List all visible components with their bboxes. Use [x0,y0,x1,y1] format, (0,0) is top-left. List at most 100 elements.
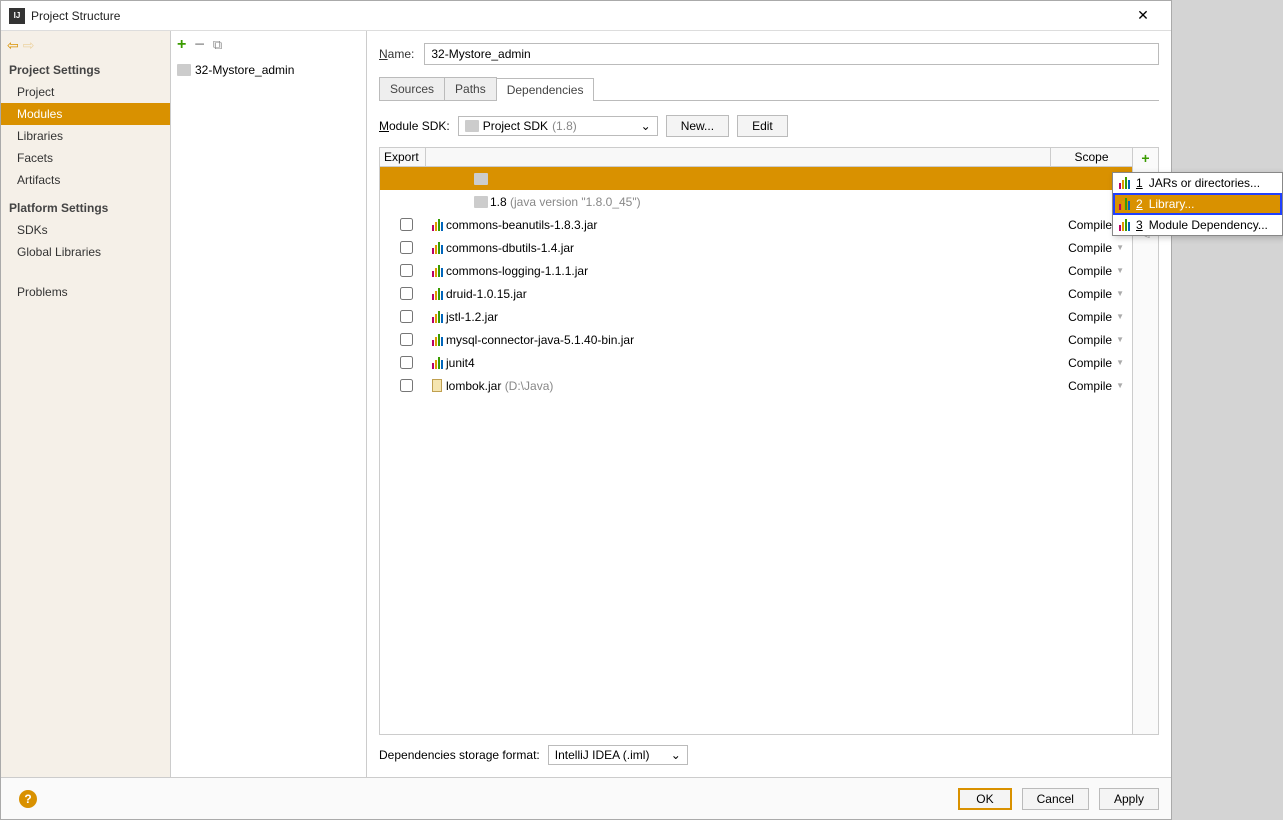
add-dependency-icon[interactable]: + [1141,150,1149,166]
popup-item[interactable]: 2 Library... [1113,193,1282,215]
dependencies-area: Export Scope 1.8 (java version "1.8.0_45… [379,147,1159,735]
dependency-row[interactable]: 1.8 (java version "1.8.0_45") [380,190,1132,213]
dialog-title: Project Structure [31,9,1123,23]
dependency-name: mysql-connector-java-5.1.40-bin.jar [446,333,1056,347]
project-structure-dialog: IJ Project Structure ✕ ⇦ ⇨ Project Setti… [0,0,1172,820]
sidebar-item-modules[interactable]: Modules [1,103,170,125]
module-list-panel: + − ⧉ 32-Mystore_admin [171,31,367,777]
section-project-settings: Project Settings [1,59,170,81]
library-icon [1119,177,1130,189]
col-scope[interactable]: Scope [1050,148,1132,166]
popup-item[interactable]: 3 Module Dependency... [1113,215,1282,235]
dependency-row[interactable]: commons-dbutils-1.4.jarCompile ▼ [380,236,1132,259]
ok-button[interactable]: OK [958,788,1011,810]
sdk-edit-button[interactable]: Edit [737,115,788,137]
sdk-new-button[interactable]: New... [666,115,729,137]
module-sdk-label: Module SDK: [379,119,450,133]
sidebar-item-facets[interactable]: Facets [1,147,170,169]
tab-paths[interactable]: Paths [444,77,497,100]
sidebar-item-global-libraries[interactable]: Global Libraries [1,241,170,263]
export-checkbox[interactable] [400,310,413,323]
library-icon [432,242,443,254]
library-icon [432,288,443,300]
dependency-row[interactable]: commons-logging-1.1.1.jarCompile ▼ [380,259,1132,282]
module-name-input[interactable] [424,43,1159,65]
remove-module-icon[interactable]: − [194,34,205,55]
dependency-name: druid-1.0.15.jar [446,287,1056,301]
module-sdk-select[interactable]: Project SDK (1.8) ⌄ [458,116,658,136]
name-label: Name: [379,47,414,61]
dependency-row[interactable] [380,167,1132,190]
tab-dependencies[interactable]: Dependencies [496,78,595,101]
add-module-icon[interactable]: + [177,36,186,54]
dependency-scope[interactable]: Compile ▼ [1056,264,1128,278]
dependency-row[interactable]: lombok.jar (D:\Java)Compile ▼ [380,374,1132,397]
dependencies-rows: 1.8 (java version "1.8.0_45") commons-bea… [380,167,1132,397]
chevron-down-icon: ▼ [1116,381,1124,390]
dependencies-header: Export Scope [380,148,1132,167]
dependency-name: commons-beanutils-1.8.3.jar [446,218,1056,232]
dialog-body: ⇦ ⇨ Project Settings Project Modules Lib… [1,31,1171,777]
popup-item-label: Library... [1149,197,1195,211]
export-checkbox[interactable] [400,333,413,346]
cancel-button[interactable]: Cancel [1022,788,1089,810]
dependency-name: commons-dbutils-1.4.jar [446,241,1056,255]
module-list-toolbar: + − ⧉ [171,31,366,59]
dependency-name: junit4 [446,356,1056,370]
dependency-row[interactable]: junit4Compile ▼ [380,351,1132,374]
copy-module-icon[interactable]: ⧉ [213,37,222,53]
dependency-name: jstl-1.2.jar [446,310,1056,324]
dependency-row[interactable]: jstl-1.2.jarCompile ▼ [380,305,1132,328]
export-checkbox[interactable] [400,264,413,277]
help-button[interactable]: ? [19,790,37,808]
apply-button[interactable]: Apply [1099,788,1159,810]
export-checkbox[interactable] [400,241,413,254]
library-icon [432,219,443,231]
export-checkbox[interactable] [400,287,413,300]
folder-icon [465,120,479,132]
jar-icon [432,379,442,392]
dependency-row[interactable]: mysql-connector-java-5.1.40-bin.jarCompi… [380,328,1132,351]
popup-item-label: Module Dependency... [1149,218,1268,232]
dependency-scope[interactable]: Compile ▼ [1056,379,1128,393]
library-icon [432,357,443,369]
sidebar-item-problems[interactable]: Problems [1,281,170,303]
dependency-name: 1.8 (java version "1.8.0_45") [490,195,1056,209]
storage-format-select[interactable]: IntelliJ IDEA (.iml) ⌄ [548,745,688,765]
sidebar-item-sdks[interactable]: SDKs [1,219,170,241]
dependency-scope[interactable]: Compile ▼ [1056,310,1128,324]
dependency-name: lombok.jar (D:\Java) [446,379,1056,393]
sidebar-item-project[interactable]: Project [1,81,170,103]
export-checkbox[interactable] [400,218,413,231]
sidebar-item-artifacts[interactable]: Artifacts [1,169,170,191]
chevron-down-icon: ▼ [1116,358,1124,367]
col-export[interactable]: Export [380,148,426,166]
chevron-down-icon: ⌄ [641,119,651,133]
export-checkbox[interactable] [400,356,413,369]
sidebar-item-libraries[interactable]: Libraries [1,125,170,147]
module-list-item[interactable]: 32-Mystore_admin [171,59,366,81]
sdk-row: Module SDK: Project SDK (1.8) ⌄ New... E… [379,115,1159,137]
library-icon [1119,198,1130,210]
col-name [426,148,1050,166]
dependency-scope[interactable]: Compile ▼ [1056,333,1128,347]
dependency-scope[interactable]: Compile ▼ [1056,287,1128,301]
chevron-down-icon: ▼ [1116,266,1124,275]
export-checkbox[interactable] [400,379,413,392]
storage-label: Dependencies storage format: [379,748,540,762]
dependency-scope[interactable]: Compile ▼ [1056,356,1128,370]
chevron-down-icon: ▼ [1116,335,1124,344]
dependency-row[interactable]: druid-1.0.15.jarCompile ▼ [380,282,1132,305]
forward-icon[interactable]: ⇨ [23,37,35,54]
library-icon [432,265,443,277]
popup-item-label: JARs or directories... [1149,176,1260,190]
close-button[interactable]: ✕ [1123,7,1163,24]
tab-sources[interactable]: Sources [379,77,445,100]
dependency-name: commons-logging-1.1.1.jar [446,264,1056,278]
dependency-scope[interactable]: Compile ▼ [1056,241,1128,255]
back-icon[interactable]: ⇦ [7,37,19,54]
dependency-row[interactable]: commons-beanutils-1.8.3.jarCompile ▼ [380,213,1132,236]
popup-item[interactable]: 1 JARs or directories... [1113,173,1282,193]
storage-row: Dependencies storage format: IntelliJ ID… [379,745,1159,765]
module-name: 32-Mystore_admin [195,63,294,77]
